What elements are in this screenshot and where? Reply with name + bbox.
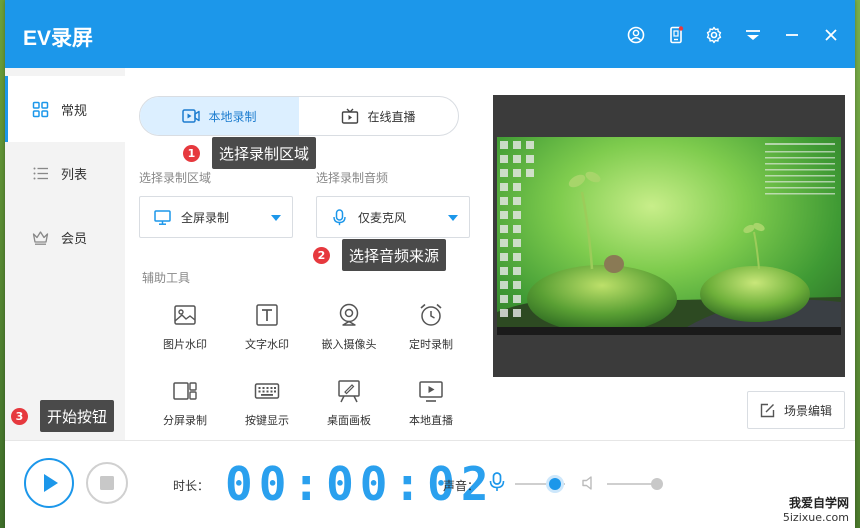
desktop-wallpaper-image	[497, 141, 841, 335]
tool-label: 按键显示	[245, 414, 289, 427]
tab-label: 在线直播	[367, 109, 416, 124]
sidebar-item-label: 会员	[61, 231, 88, 247]
list-icon	[33, 167, 48, 179]
annotation-badge-2: 2	[313, 247, 330, 264]
preview-desktop	[497, 137, 841, 335]
tool-local-live[interactable]: 本地直播	[391, 378, 471, 438]
chevron-down-icon	[448, 215, 458, 221]
speaker-icon[interactable]	[581, 475, 597, 491]
mic-volume-knob[interactable]	[549, 478, 561, 490]
tool-label: 本地直播	[409, 414, 453, 427]
play-icon	[44, 474, 58, 492]
split-screen-icon	[173, 382, 197, 400]
tool-label: 分屏录制	[163, 414, 207, 427]
webcam-icon	[339, 303, 359, 326]
edit-icon	[760, 403, 775, 417]
stop-record-button[interactable]	[86, 462, 128, 504]
watermark-line2: 5izixue.com	[782, 511, 849, 524]
volume-label: 声音：	[443, 479, 480, 493]
app-title: EV录屏	[23, 27, 94, 50]
sidebar-item-label: 常规	[61, 103, 88, 119]
record-area-label: 选择录制区域	[139, 171, 212, 185]
record-area-value: 全屏录制	[181, 210, 230, 225]
record-audio-select[interactable]: 仅麦克风	[316, 196, 470, 238]
crown-icon	[32, 230, 49, 245]
alarm-clock-icon	[420, 303, 442, 326]
text-icon	[256, 304, 278, 326]
screen-preview	[493, 95, 845, 377]
sidebar-item-general[interactable]: 常规	[5, 76, 125, 142]
preview-taskbar	[497, 327, 841, 335]
duration-label: 时长：	[173, 479, 210, 493]
annotation-badge-3: 3	[11, 408, 28, 425]
record-audio-value: 仅麦克风	[358, 210, 407, 225]
sidebar-item-member[interactable]: 会员	[5, 204, 125, 270]
tab-local-record[interactable]: 本地录制	[140, 97, 299, 135]
sidebar-item-list[interactable]: 列表	[5, 140, 125, 206]
annotation-badge-1: 1	[183, 145, 200, 162]
user-circle-icon[interactable]	[627, 26, 645, 44]
tool-label: 嵌入摄像头	[321, 338, 377, 351]
tool-split-screen[interactable]: 分屏录制	[145, 378, 225, 438]
keyboard-icon	[254, 383, 280, 399]
tool-label: 桌面画板	[327, 414, 371, 427]
tools-label: 辅助工具	[142, 271, 191, 285]
tool-label: 图片水印	[163, 338, 207, 351]
tool-label: 定时录制	[409, 338, 453, 351]
microphone-icon	[333, 208, 346, 225]
record-area-select[interactable]: 全屏录制	[139, 196, 293, 238]
tool-key-display[interactable]: 按键显示	[227, 378, 307, 438]
annotation-tooltip-1: 选择录制区域	[212, 137, 317, 169]
tool-image-watermark[interactable]: 图片水印	[145, 302, 225, 362]
chevron-down-icon	[271, 215, 281, 221]
tool-label: 文字水印	[245, 338, 289, 351]
annotation-tooltip-3: 开始按钮	[40, 400, 115, 432]
stop-icon	[100, 476, 114, 490]
tool-embed-webcam[interactable]: 嵌入摄像头	[309, 302, 389, 362]
tool-desktop-drawing-board[interactable]: 桌面画板	[309, 378, 389, 438]
tool-scheduled-record[interactable]: 定时录制	[391, 302, 471, 362]
video-record-icon	[182, 109, 201, 123]
scene-edit-label: 场景编辑	[783, 403, 832, 418]
bottom-bar: 时长： 00:00:02 声音：	[5, 440, 855, 528]
annotation-tooltip-2: 选择音频来源	[342, 239, 447, 271]
sidebar: 常规 列表 会员	[5, 68, 125, 440]
close-icon[interactable]	[822, 26, 840, 44]
scene-edit-button[interactable]: 场景编辑	[747, 391, 845, 429]
microphone-icon[interactable]	[489, 472, 505, 492]
sidebar-item-label: 列表	[61, 167, 88, 183]
start-record-button[interactable]	[24, 458, 74, 508]
phone-notification-icon[interactable]	[667, 26, 685, 44]
app-window: EV录屏 常规 列表 会员 本地录制 在线直播 选择录制区域 选择录制音频 全屏…	[5, 0, 855, 528]
speaker-volume-slider[interactable]	[607, 483, 657, 485]
tv-icon	[342, 108, 359, 124]
mode-switch: 本地录制 在线直播	[139, 96, 459, 136]
gear-icon[interactable]	[705, 26, 723, 44]
speaker-volume-knob[interactable]	[651, 478, 663, 490]
tab-online-live[interactable]: 在线直播	[299, 97, 458, 135]
watermark-line1: 我爱自学网	[788, 496, 849, 510]
title-bar: EV录屏	[5, 0, 855, 68]
dropdown-menu-icon[interactable]	[744, 26, 762, 44]
image-icon	[174, 305, 196, 325]
grid-icon	[32, 101, 49, 117]
drawing-board-icon	[338, 380, 360, 403]
local-live-icon	[419, 381, 443, 402]
tab-label: 本地录制	[208, 109, 257, 124]
tool-text-watermark[interactable]: 文字水印	[227, 302, 307, 362]
record-audio-label: 选择录制音频	[316, 171, 389, 185]
minimize-icon[interactable]	[783, 26, 801, 44]
monitor-icon	[154, 209, 171, 225]
site-watermark: 我爱自学网 5izixue.com	[783, 494, 849, 524]
